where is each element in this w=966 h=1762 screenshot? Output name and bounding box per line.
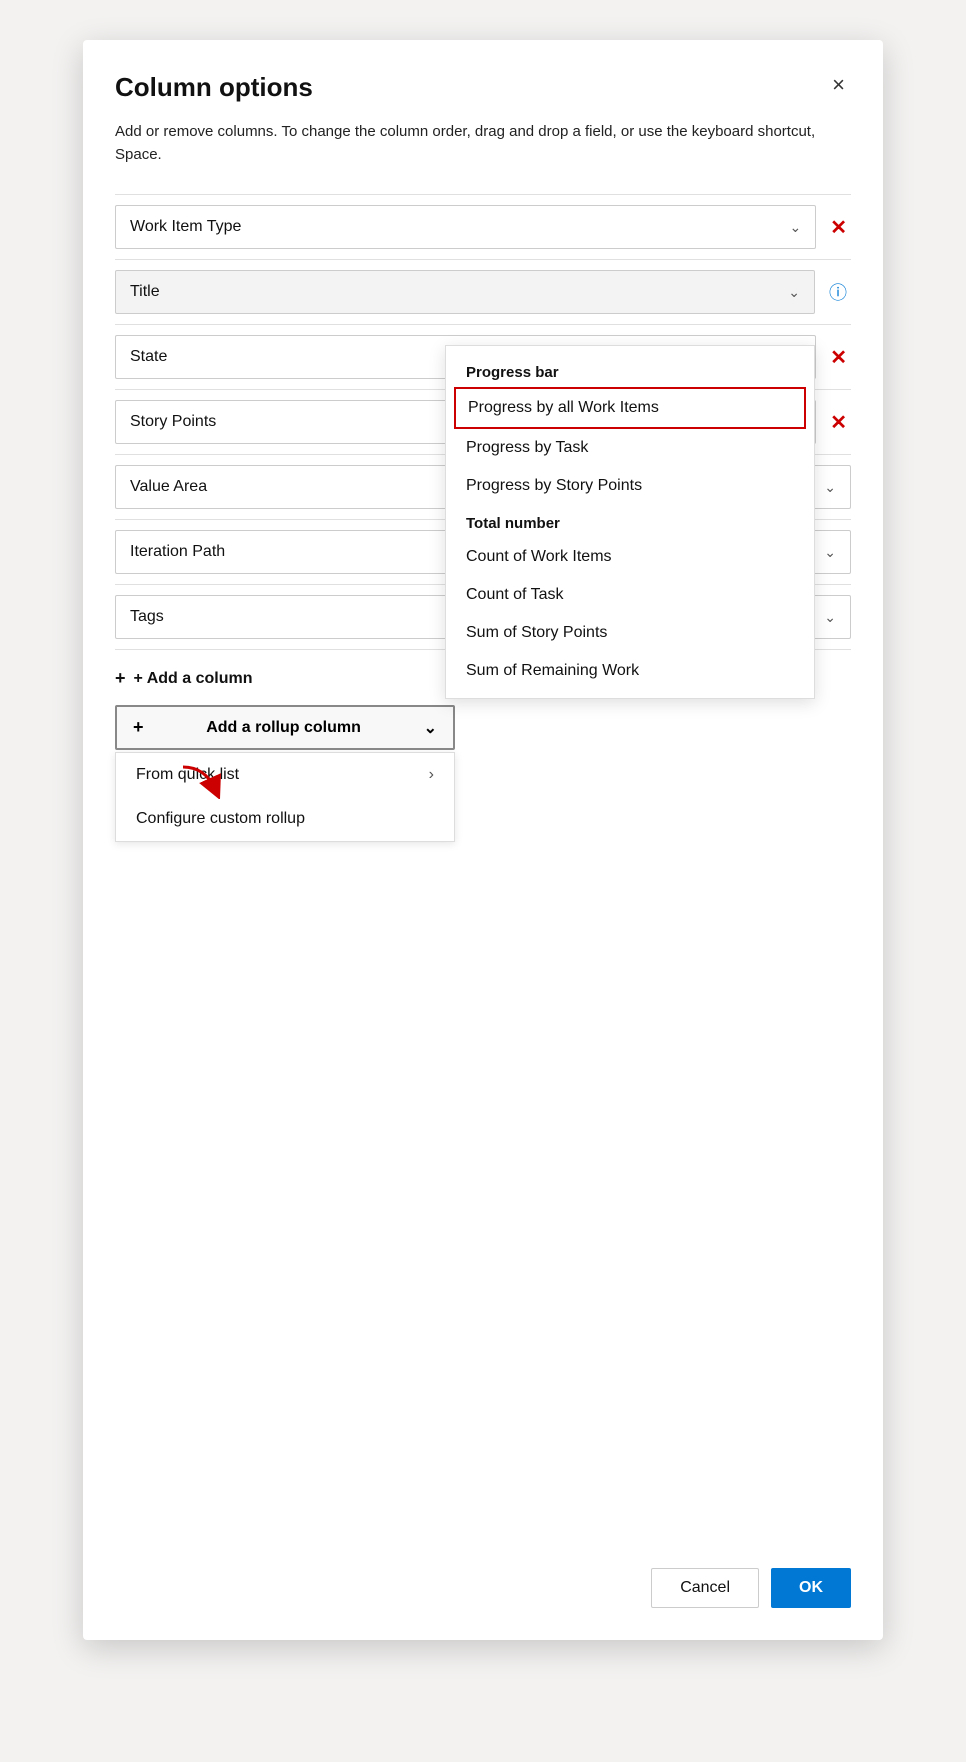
dropdown-item-progress-task[interactable]: Progress by Task [446,429,814,467]
add-rollup-column-button[interactable]: + Add a rollup column ⌄ [115,705,455,750]
add-column-label: + Add a column [134,670,253,688]
dialog-description: Add or remove columns. To change the col… [115,121,851,166]
dialog-footer: Cancel OK [651,1536,851,1608]
field-select-work-item-type[interactable]: Work Item Type ⌄ [115,205,816,249]
column-row-title: Title ⌄ ⓘ [115,259,851,324]
dropdown-item-sum-remaining-work[interactable]: Sum of Remaining Work [446,652,814,690]
info-icon: ⓘ [829,283,847,303]
progress-bar-section-label: Progress bar [446,354,814,387]
dialog-title: Column options [115,72,313,103]
ok-button[interactable]: OK [771,1568,851,1608]
submenu-item-custom-rollup[interactable]: Configure custom rollup [116,797,454,841]
rollup-section: + Add a rollup column ⌄ From [115,705,851,842]
field-label-work-item-type: Work Item Type [130,218,241,236]
rollup-dropdown: Progress bar Progress by all Work Items … [445,345,815,699]
remove-state-button[interactable]: ✕ [826,345,851,370]
rollup-button-label: Add a rollup column [152,719,416,737]
rollup-add-icon: + [133,717,144,738]
chevron-down-icon: ⌄ [790,219,802,236]
total-number-section-label: Total number [446,505,814,538]
remove-work-item-type-button[interactable]: ✕ [826,215,851,240]
content-wrapper: Work Item Type ⌄ ✕ Title ⌄ ⓘ State ⌄ ✕ [115,194,851,842]
field-label-tags: Tags [130,608,164,626]
chevron-down-icon-value-area: ⌄ [824,479,836,496]
column-options-dialog: Column options × Add or remove columns. … [83,40,883,1640]
dropdown-item-progress-all[interactable]: Progress by all Work Items [454,387,806,429]
dropdown-item-sum-story-points[interactable]: Sum of Story Points [446,614,814,652]
submenu-chevron-icon: › [429,766,434,784]
remove-icon-state: ✕ [830,347,847,369]
field-label-iteration-path: Iteration Path [130,543,225,561]
field-label-value-area: Value Area [130,478,207,496]
dialog-header: Column options × [115,72,851,103]
cancel-button[interactable]: Cancel [651,1568,759,1608]
info-title-button[interactable]: ⓘ [825,279,851,305]
add-column-icon: + [115,668,126,689]
remove-story-points-button[interactable]: ✕ [826,410,851,435]
arrow-indicator [175,759,235,804]
rollup-submenu: From quick list › Configure custom rollu… [115,752,455,842]
chevron-down-icon-tags: ⌄ [824,609,836,626]
field-select-title[interactable]: Title ⌄ [115,270,815,314]
chevron-down-icon-title: ⌄ [788,284,800,301]
rollup-chevron-icon: ⌄ [424,718,437,738]
submenu-item-quick-list[interactable]: From quick list › [116,753,454,797]
custom-rollup-label: Configure custom rollup [136,810,305,828]
dropdown-item-count-task[interactable]: Count of Task [446,576,814,614]
column-row-work-item-type: Work Item Type ⌄ ✕ [115,194,851,259]
field-label-story-points: Story Points [130,413,216,431]
remove-icon: ✕ [830,217,847,239]
field-label-title: Title [130,283,160,301]
remove-icon-story-points: ✕ [830,412,847,434]
chevron-down-icon-iteration-path: ⌄ [824,544,836,561]
dropdown-item-progress-story-points[interactable]: Progress by Story Points [446,467,814,505]
dropdown-item-count-work-items[interactable]: Count of Work Items [446,538,814,576]
close-button[interactable]: × [826,72,851,98]
field-label-state: State [130,348,167,366]
